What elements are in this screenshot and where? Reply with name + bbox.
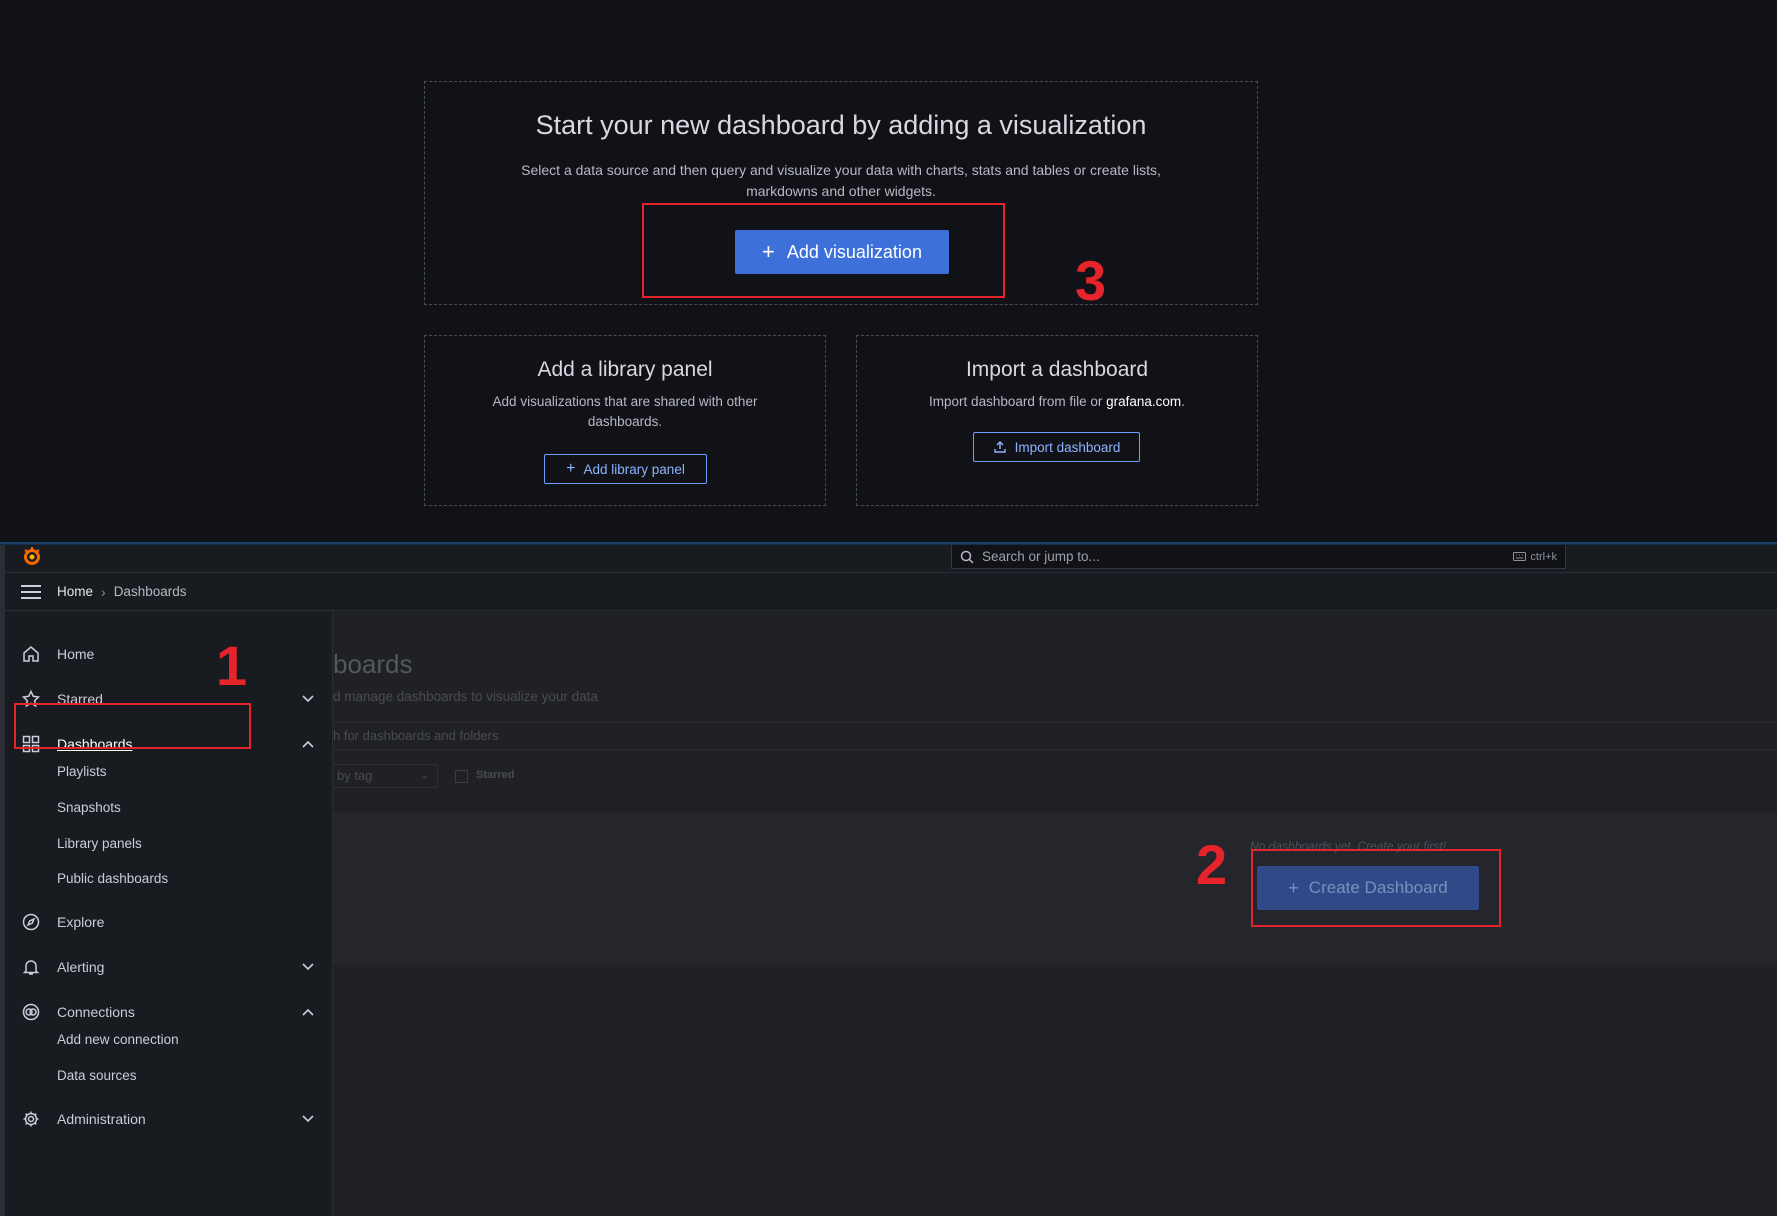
breadcrumb-separator: › (101, 583, 106, 600)
tag-filter[interactable]: by tag ⌄ (333, 764, 438, 788)
add-visualization-label: Add visualization (786, 241, 922, 262)
sidebar-subitem-add-new-connection[interactable]: Add new connection (57, 1032, 179, 1047)
compass-icon (21, 912, 41, 932)
starred-label: Starred (476, 769, 515, 781)
plus-icon: + (1288, 878, 1299, 898)
sidebar-item-label: Home (57, 646, 95, 662)
dashboards-page: boards d manage dashboards to visualize … (333, 611, 1777, 1216)
create-dashboard-button[interactable]: + Create Dashboard (1257, 866, 1479, 910)
starred-checkbox[interactable] (455, 770, 468, 783)
top-bar: Search or jump to... ctrl+k (0, 545, 1777, 573)
empty-message: No dashboards yet. Create your first! (1250, 839, 1447, 853)
import-dashboard-button[interactable]: Import dashboard (973, 432, 1140, 462)
sidebar-item-label: Dashboards (57, 736, 133, 752)
sidebar-item-alerting[interactable]: Alerting (5, 947, 333, 987)
breadcrumb-current: Dashboards (113, 584, 187, 599)
sidebar-item-starred[interactable]: Starred (5, 679, 333, 719)
sidebar-item-label: Connections (57, 1004, 135, 1020)
sidebar-item-label: Alerting (57, 959, 105, 975)
sidebar-item-label: Explore (57, 914, 105, 930)
bell-icon (21, 957, 41, 977)
sidebar-item-dashboards[interactable]: Dashboards (5, 724, 333, 764)
sidebar-item-label: Administration (57, 1111, 146, 1127)
add-library-panel-button[interactable]: + Add library panel (544, 454, 707, 484)
chevron-down-icon: ⌄ (420, 770, 429, 781)
plus-icon: + (566, 460, 576, 477)
chevron-down-icon[interactable] (301, 960, 315, 974)
add-visualization-description: Select a data source and then query and … (521, 162, 1161, 199)
sidebar-item-connections[interactable]: Connections (5, 992, 333, 1032)
sidebar-subitem-snapshots[interactable]: Snapshots (57, 800, 121, 815)
annotation-number-2: 2 (1196, 833, 1228, 896)
tag-filter-label: by tag (337, 768, 373, 783)
dashboard-search-input[interactable]: h for dashboards and folders (333, 722, 1777, 750)
sidebar-subitem-public-dashboards[interactable]: Public dashboards (57, 871, 168, 886)
breadcrumb-home[interactable]: Home (57, 584, 93, 599)
sidebar-subitem-playlists[interactable]: Playlists (57, 764, 107, 779)
connections-icon (21, 1002, 41, 1022)
search-icon (960, 550, 974, 564)
sidebar-item-administration[interactable]: Administration (5, 1099, 333, 1139)
add-visualization-title: Start your new dashboard by adding a vis… (535, 110, 1147, 140)
import-description-suffix: . (1181, 394, 1185, 409)
menu-icon[interactable] (21, 584, 41, 599)
import-dashboard-title: Import a dashboard (965, 358, 1149, 381)
keyboard-icon (1513, 552, 1527, 561)
breadcrumb-bar: Home › Dashboards (0, 573, 1777, 611)
add-library-panel-label: Add library panel (583, 461, 685, 477)
add-visualization-card: Start your new dashboard by adding a vis… (424, 81, 1258, 305)
star-icon (21, 689, 41, 709)
cog-icon (21, 1109, 41, 1129)
plus-icon: + (762, 239, 775, 264)
library-panel-description: Add visualizations that are shared with … (492, 394, 758, 429)
chevron-down-icon[interactable] (301, 692, 315, 706)
shortcut-label: ctrl+k (1530, 550, 1557, 563)
search-input[interactable]: Search or jump to... ctrl+k (951, 545, 1566, 569)
new-dashboard-screen: Start your new dashboard by adding a vis… (0, 0, 1777, 542)
chevron-up-icon[interactable] (301, 1005, 315, 1019)
import-description-text: Import dashboard from file or (929, 394, 1107, 409)
sidebar-item-home[interactable]: Home (5, 634, 333, 674)
grafana-com-link[interactable]: grafana.com (1106, 394, 1181, 409)
sidebar-item-explore[interactable]: Explore (5, 902, 333, 942)
empty-state: No dashboards yet. Create your first! + … (333, 812, 1777, 965)
page-title: boards (333, 649, 413, 679)
import-dashboard-description: Import dashboard from file or grafana.co… (897, 392, 1217, 412)
library-panel-title: Add a library panel (537, 358, 713, 381)
breadcrumb: Home › Dashboards (57, 584, 186, 600)
sidebar: Home Starred Dashboards Playlists Snapsh… (5, 611, 333, 1216)
chevron-up-icon[interactable] (301, 737, 315, 751)
upload-icon (993, 441, 1006, 453)
create-dashboard-label: Create Dashboard (1308, 878, 1448, 897)
sidebar-subitem-library-panels[interactable]: Library panels (57, 836, 142, 851)
annotation-number-1: 1 (216, 634, 248, 697)
import-dashboard-label: Import dashboard (1014, 439, 1121, 455)
keyboard-shortcut: ctrl+k (1513, 551, 1557, 563)
page-subtitle: d manage dashboards to visualize your da… (333, 689, 598, 704)
import-dashboard-card: Import a dashboard Import dashboard from… (856, 335, 1258, 506)
sidebar-item-label: Starred (57, 691, 103, 707)
search-placeholder: Search or jump to... (982, 549, 1100, 564)
add-visualization-button[interactable]: + Add visualization (735, 230, 949, 274)
chevron-down-icon[interactable] (301, 1112, 315, 1126)
sidebar-subitem-data-sources[interactable]: Data sources (57, 1068, 137, 1083)
grafana-logo-icon[interactable] (21, 545, 43, 567)
annotation-number-3: 3 (1075, 249, 1107, 312)
apps-icon (21, 734, 41, 754)
library-panel-card: Add a library panel Add visualizations t… (424, 335, 826, 506)
home-icon (21, 644, 41, 664)
